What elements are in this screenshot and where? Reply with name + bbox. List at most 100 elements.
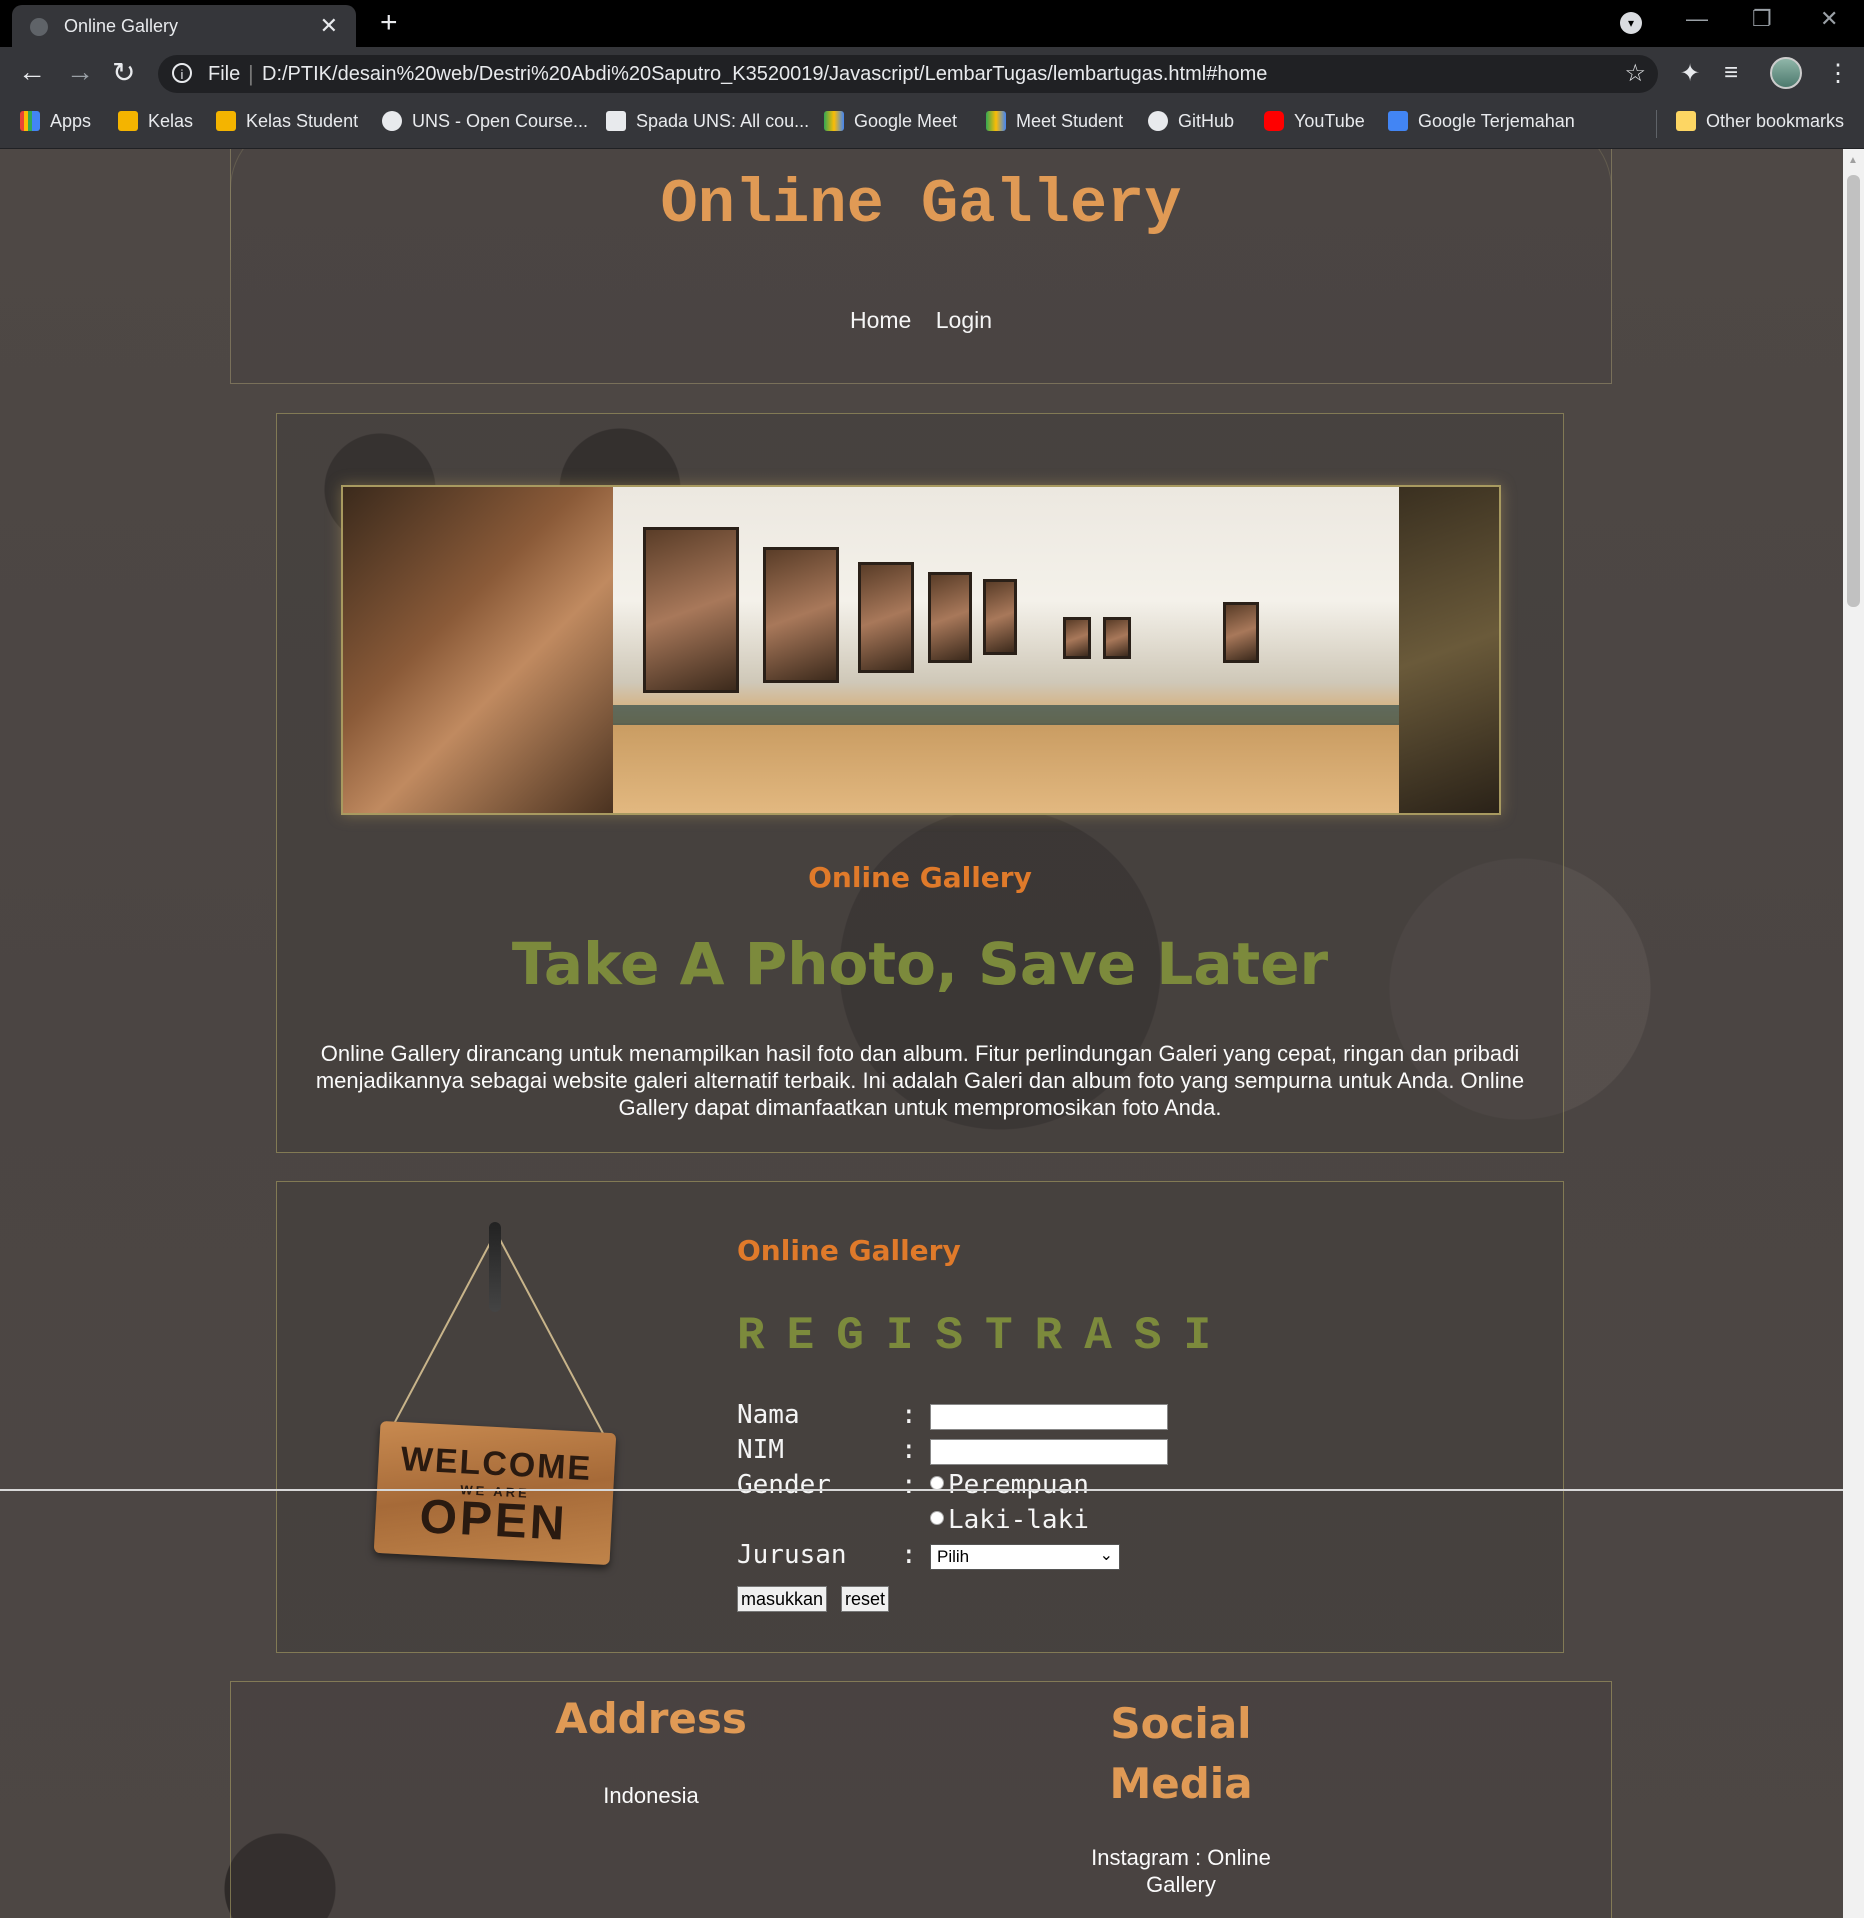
tab-search-icon[interactable]: ▾ <box>1620 12 1642 34</box>
close-window-icon[interactable]: ✕ <box>1820 6 1838 32</box>
gender-laki-laki-label[interactable]: Laki-laki <box>948 1505 1089 1535</box>
google-meet-icon <box>824 111 844 131</box>
scrollbar-thumb[interactable] <box>1847 175 1860 607</box>
bookmark-meet-student[interactable]: Meet Student <box>986 111 1123 132</box>
extensions-icon[interactable]: ✦ <box>1680 59 1700 88</box>
nama-input[interactable] <box>930 1404 1168 1430</box>
chevron-down-icon: ⌄ <box>1099 1547 1113 1564</box>
social-media-text: Instagram : Online Gallery <box>1091 1845 1271 1897</box>
site-header: Online Gallery Home Login <box>230 149 1612 384</box>
colon: : <box>901 1435 917 1465</box>
restore-icon[interactable]: ❐ <box>1752 6 1772 32</box>
browser-tab[interactable]: Online Gallery ✕ <box>12 5 356 47</box>
registration-title: REGISTRASI <box>737 1310 1234 1362</box>
gender-label: Gender <box>737 1470 831 1500</box>
tab-title: Online Gallery <box>64 16 179 36</box>
folder-icon <box>1676 111 1696 131</box>
sign-hook <box>489 1222 501 1312</box>
youtube-icon <box>1264 111 1284 131</box>
bookmark-kelas[interactable]: Kelas <box>118 111 193 132</box>
scroll-up-arrow-icon[interactable]: ▲ <box>1848 155 1858 166</box>
banner-painting <box>983 579 1017 655</box>
bookmark-spada-uns[interactable]: Spada UNS: All cou... <box>606 111 809 132</box>
bookmark-kelas-student[interactable]: Kelas Student <box>216 111 358 132</box>
banner-painting <box>1063 617 1091 659</box>
bookmarks-separator <box>1656 110 1657 138</box>
document-icon <box>606 111 626 131</box>
globe-icon <box>382 111 402 131</box>
welcome-open-sign-image: WELCOME WE ARE OPEN <box>373 1222 617 1582</box>
home-subtitle: Online Gallery <box>808 861 1032 894</box>
nav-home-link[interactable]: Home <box>850 307 911 333</box>
gallery-banner-image <box>341 485 1501 815</box>
site-title: Online Gallery <box>660 169 1182 240</box>
minimize-icon[interactable]: — <box>1686 6 1708 32</box>
scheme-label: File <box>208 63 241 85</box>
address-text: Indonesia <box>603 1783 699 1808</box>
page-scrollbar[interactable]: ▲ <box>1843 149 1864 1918</box>
banner-painting <box>1103 617 1131 659</box>
classroom-icon <box>216 111 236 131</box>
submit-button[interactable]: masukkan <box>737 1586 828 1612</box>
jurusan-selected-value: Pilih <box>937 1547 970 1566</box>
registration-section: WELCOME WE ARE OPEN Online Gallery REGIS… <box>276 1181 1564 1653</box>
jurusan-select[interactable]: Pilih ⌄ <box>930 1544 1120 1570</box>
banner-painting-left <box>343 487 613 813</box>
home-tagline: Take A Photo, Save Later <box>511 930 1329 998</box>
url-text[interactable]: D:/PTIK/desain%20web/Destri%20Abdi%20Sap… <box>262 63 1267 86</box>
home-section: Online Gallery Take A Photo, Save Later … <box>276 413 1564 1153</box>
gender-laki-laki-radio[interactable] <box>930 1511 944 1525</box>
reset-button[interactable]: reset <box>841 1586 890 1612</box>
banner-painting-right <box>1399 487 1499 813</box>
google-translate-icon <box>1388 111 1408 131</box>
sign-string <box>387 1231 497 1436</box>
colon: : <box>901 1400 917 1430</box>
bookmarks-bar: Apps Kelas Kelas Student UNS - Open Cour… <box>0 100 1864 149</box>
media-queue-icon[interactable]: ≡ <box>1724 59 1738 87</box>
main-nav: Home Login <box>231 307 1611 334</box>
globe-icon <box>30 18 48 36</box>
banner-painting <box>643 527 739 693</box>
back-icon[interactable]: ← <box>18 56 46 88</box>
bookmark-google-meet[interactable]: Google Meet <box>824 111 957 132</box>
classroom-icon <box>118 111 138 131</box>
omnibox-separator: | <box>248 61 254 86</box>
profile-avatar-icon[interactable] <box>1770 57 1802 89</box>
banner-painting <box>858 562 914 673</box>
google-meet-icon <box>986 111 1006 131</box>
jurusan-label: Jurusan <box>737 1540 847 1570</box>
bookmark-apps[interactable]: Apps <box>20 111 91 132</box>
info-icon[interactable]: i <box>172 63 192 83</box>
bookmark-uns-open-course[interactable]: UNS - Open Course... <box>382 111 588 132</box>
menu-kebab-icon[interactable]: ⋮ <box>1826 59 1850 88</box>
page-viewport: Online Gallery Home Login Online Gallery… <box>0 149 1843 1918</box>
browser-titlebar: Online Gallery ✕ + ▾ — ❐ ✕ <box>0 0 1864 47</box>
nama-label: Nama <box>737 1400 800 1430</box>
registration-subtitle: Online Gallery <box>737 1234 961 1267</box>
nav-login-link[interactable]: Login <box>936 307 992 333</box>
other-bookmarks[interactable]: Other bookmarks <box>1676 111 1844 132</box>
gender-perempuan-radio[interactable] <box>930 1476 944 1490</box>
bookmark-youtube[interactable]: YouTube <box>1264 111 1365 132</box>
banner-painting <box>1223 602 1259 663</box>
browser-toolbar: ← → ↻ i File | D:/PTIK/desain%20web/Dest… <box>0 47 1864 100</box>
apps-grid-icon <box>20 111 40 131</box>
bookmark-google-terjemahan[interactable]: Google Terjemahan <box>1388 111 1575 132</box>
address-title: Address <box>555 1694 747 1743</box>
reload-icon[interactable]: ↻ <box>112 56 135 89</box>
nim-label: NIM <box>737 1435 784 1465</box>
bookmark-github[interactable]: GitHub <box>1148 111 1234 132</box>
bookmark-star-icon[interactable]: ☆ <box>1624 59 1646 88</box>
page-divider-line <box>0 1489 1843 1491</box>
sign-string <box>495 1231 605 1436</box>
gender-perempuan-label[interactable]: Perempuan <box>948 1470 1089 1500</box>
forward-icon[interactable]: → <box>66 56 94 88</box>
colon: : <box>901 1540 917 1570</box>
nim-input[interactable] <box>930 1439 1168 1465</box>
new-tab-button[interactable]: + <box>380 6 398 40</box>
close-tab-icon[interactable]: ✕ <box>320 13 338 39</box>
banner-painting <box>928 572 972 663</box>
github-icon <box>1148 111 1168 131</box>
social-media-title: Social Media <box>1109 1699 1253 1808</box>
address-bar[interactable]: i File | D:/PTIK/desain%20web/Destri%20A… <box>158 55 1658 93</box>
